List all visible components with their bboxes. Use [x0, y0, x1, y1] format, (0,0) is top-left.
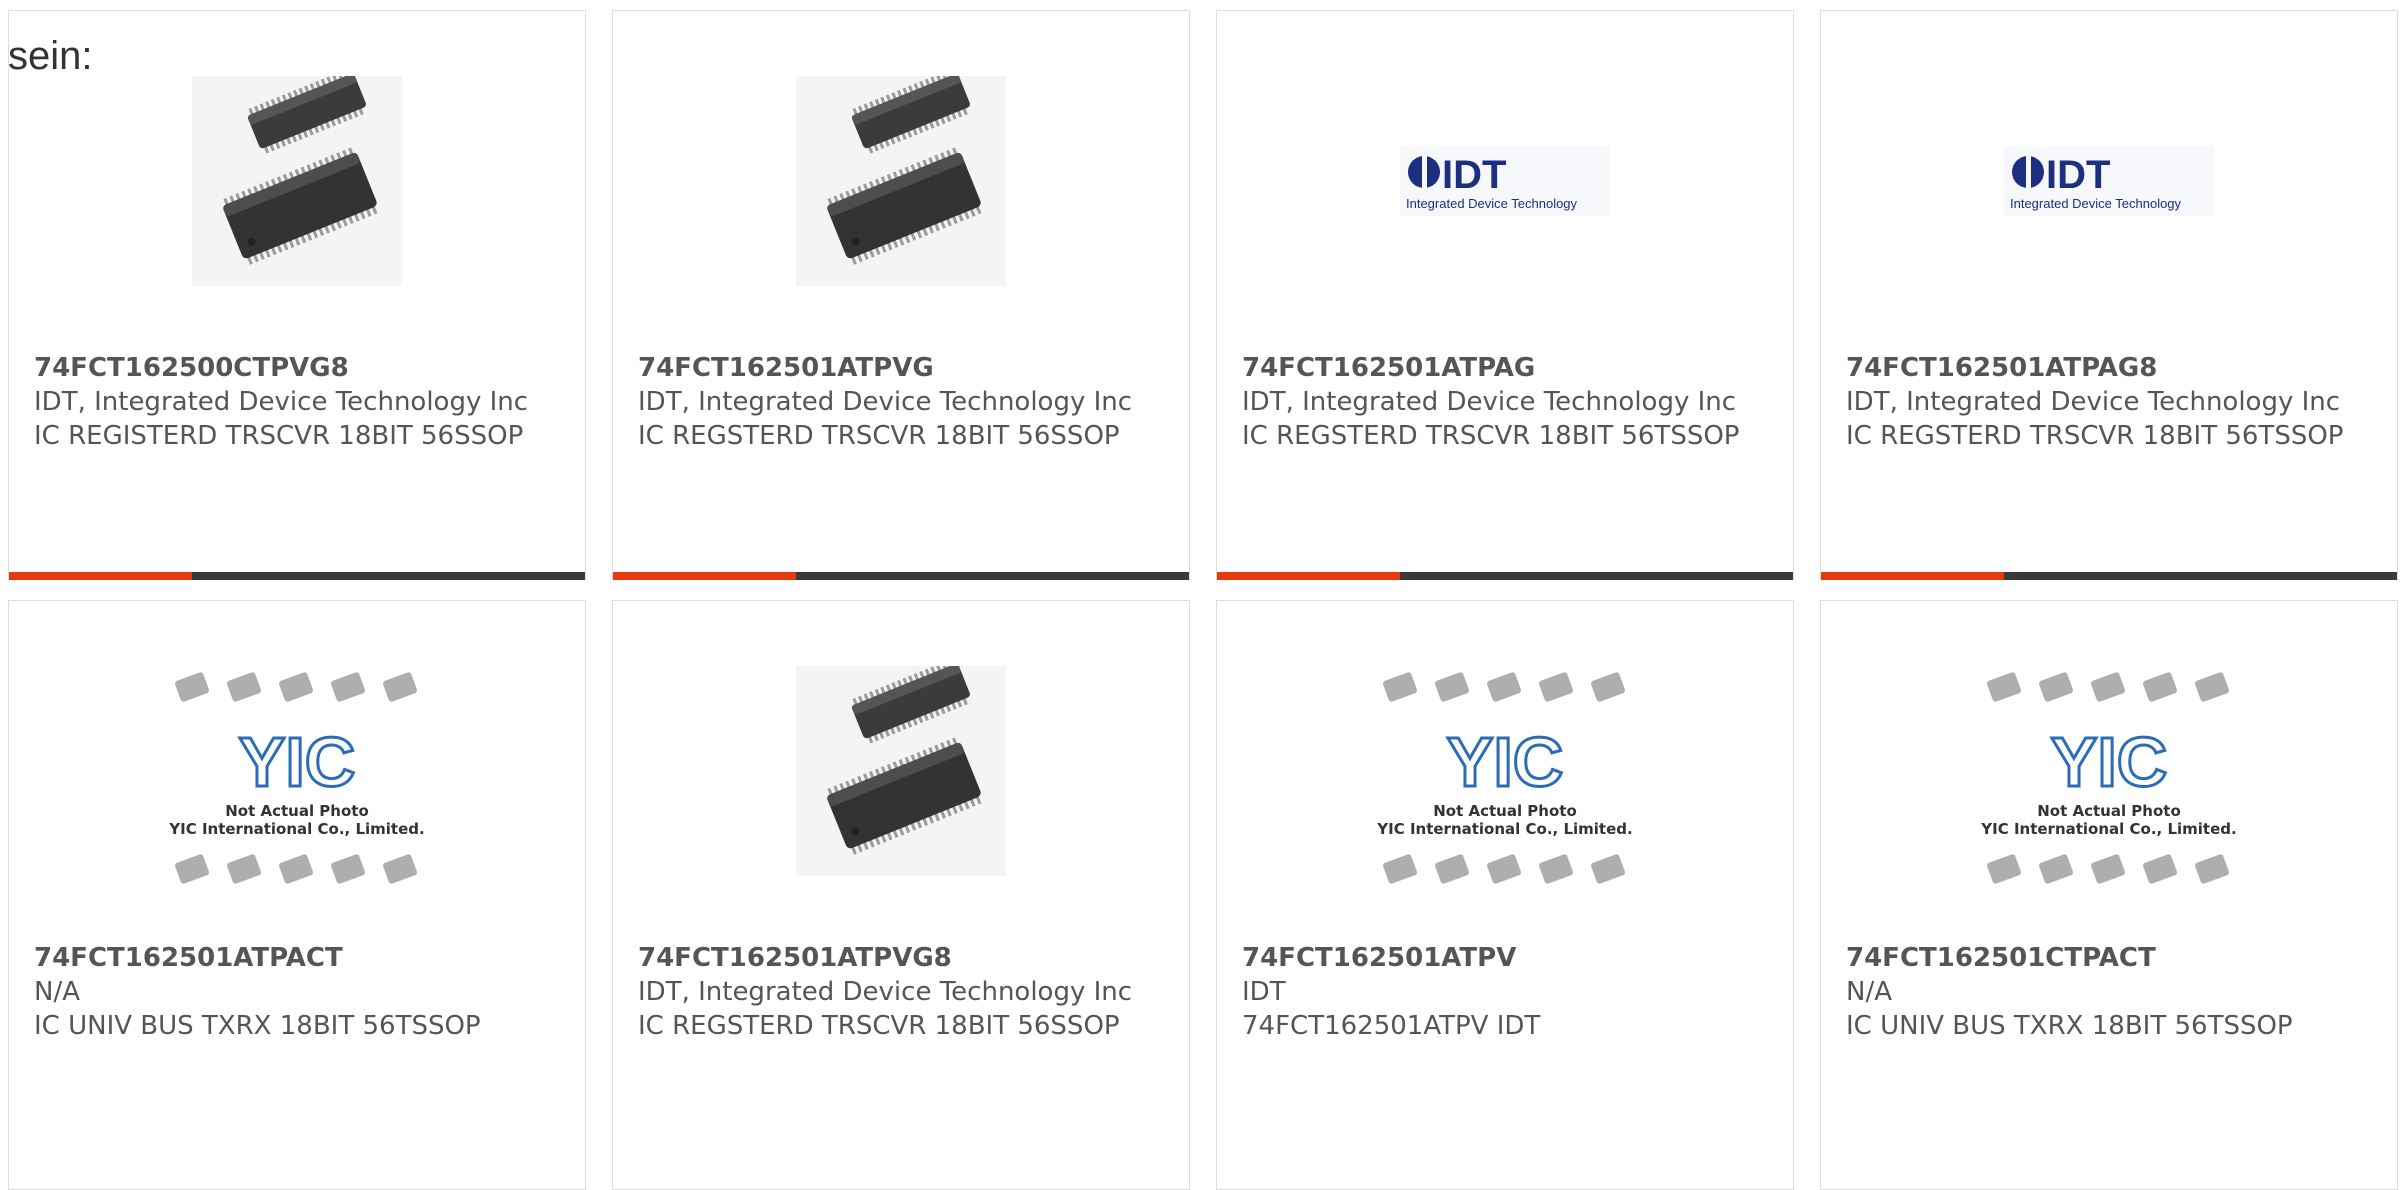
product-image[interactable]: YIC Not Actual Photo YIC International C… [1821, 646, 2397, 896]
manufacturer: IDT, Integrated Device Technology Inc [1242, 387, 1737, 417]
product-image[interactable]: IDT Integrated Device Technology [1217, 71, 1793, 291]
svg-text:YIC International Co., Limited: YIC International Co., Limited. [168, 820, 424, 838]
product-image[interactable]: YIC Not Actual Photo YIC International C… [1217, 646, 1793, 896]
svg-text:YIC International Co., Limited: YIC International Co., Limited. [1980, 820, 2236, 838]
description: IC UNIV BUS TXRX 18BIT 56TSSOP [34, 1011, 481, 1041]
manufacturer: N/A [1846, 977, 1892, 1007]
svg-text:IDT: IDT [1442, 153, 1506, 197]
product-image[interactable] [9, 71, 585, 291]
idt-logo-icon: IDT Integrated Device Technology [1400, 146, 1610, 216]
product-card[interactable]: 74FCT162501ATPVG IDT, Integrated Device … [612, 10, 1190, 580]
product-image[interactable]: YIC Not Actual Photo YIC International C… [9, 646, 585, 896]
svg-text:Integrated Device Technology: Integrated Device Technology [1406, 196, 1578, 211]
description: IC REGSTERD TRSCVR 18BIT 56SSOP [638, 421, 1120, 451]
svg-text:YIC: YIC [239, 723, 356, 801]
svg-text:YIC International Co., Limited: YIC International Co., Limited. [1376, 820, 1632, 838]
chip-photo-icon [192, 76, 402, 286]
product-image[interactable] [613, 71, 1189, 291]
svg-text:Not Actual Photo: Not Actual Photo [225, 802, 369, 820]
accent-bar [1217, 572, 1400, 580]
manufacturer: IDT, Integrated Device Technology Inc [638, 977, 1133, 1007]
description: IC REGSTERD TRSCVR 18BIT 56SSOP [638, 1011, 1120, 1041]
description: IC REGSTERD TRSCVR 18BIT 56TSSOP [1846, 421, 2344, 451]
accent-bar [9, 572, 192, 580]
chip-photo-icon [796, 666, 1006, 876]
description: IC REGSTERD TRSCVR 18BIT 56TSSOP [1242, 421, 1740, 451]
product-card[interactable]: IDT Integrated Device Technology 74FCT16… [1216, 10, 1794, 580]
section-heading: sein: [8, 34, 93, 78]
product-card[interactable]: IDT Integrated Device Technology 74FCT16… [1820, 10, 2398, 580]
idt-logo-icon: IDT Integrated Device Technology [2004, 146, 2214, 216]
part-number[interactable]: 74FCT162501ATPACT [34, 941, 554, 975]
product-info: 74FCT162501ATPACT N/A IC UNIV BUS TXRX 1… [34, 941, 554, 1043]
part-number[interactable]: 74FCT162501ATPVG [638, 351, 1158, 385]
product-info: 74FCT162500CTPVG8 IDT, Integrated Device… [34, 351, 554, 453]
part-number[interactable]: 74FCT162501ATPAG [1242, 351, 1762, 385]
description: 74FCT162501ATPV IDT [1242, 1011, 1541, 1041]
card-bottom-bar [9, 572, 585, 580]
svg-text:Not Actual Photo: Not Actual Photo [1433, 802, 1577, 820]
product-card[interactable]: YIC Not Actual Photo YIC International C… [8, 600, 586, 1190]
product-info: 74FCT162501ATPVG IDT, Integrated Device … [638, 351, 1158, 453]
product-card[interactable]: YIC Not Actual Photo YIC International C… [1820, 600, 2398, 1190]
accent-bar [613, 572, 796, 580]
manufacturer: IDT [1242, 977, 1286, 1007]
product-grid: 74FCT162500CTPVG8 IDT, Integrated Device… [8, 10, 2400, 1190]
product-info: 74FCT162501ATPAG8 IDT, Integrated Device… [1846, 351, 2366, 453]
product-image[interactable] [613, 661, 1189, 881]
card-bottom-bar [1821, 572, 2397, 580]
svg-text:Not Actual Photo: Not Actual Photo [2037, 802, 2181, 820]
description: IC UNIV BUS TXRX 18BIT 56TSSOP [1846, 1011, 2293, 1041]
svg-text:YIC: YIC [2051, 723, 2168, 801]
chip-photo-icon [796, 76, 1006, 286]
part-number[interactable]: 74FCT162501ATPVG8 [638, 941, 1158, 975]
card-bottom-bar [613, 572, 1189, 580]
card-bottom-bar [1217, 572, 1793, 580]
product-info: 74FCT162501ATPV IDT 74FCT162501ATPV IDT [1242, 941, 1762, 1043]
product-card[interactable]: 74FCT162501ATPVG8 IDT, Integrated Device… [612, 600, 1190, 1190]
svg-text:YIC: YIC [1447, 723, 1564, 801]
manufacturer: N/A [34, 977, 80, 1007]
part-number[interactable]: 74FCT162501CTPACT [1846, 941, 2366, 975]
manufacturer: IDT, Integrated Device Technology Inc [638, 387, 1133, 417]
yic-placeholder-icon: YIC Not Actual Photo YIC International C… [157, 646, 437, 896]
product-card[interactable]: YIC Not Actual Photo YIC International C… [1216, 600, 1794, 1190]
product-card[interactable]: 74FCT162500CTPVG8 IDT, Integrated Device… [8, 10, 586, 580]
part-number[interactable]: 74FCT162501ATPAG8 [1846, 351, 2366, 385]
description: IC REGISTERD TRSCVR 18BIT 56SSOP [34, 421, 524, 451]
accent-bar [1821, 572, 2004, 580]
manufacturer: IDT, Integrated Device Technology Inc [34, 387, 529, 417]
product-info: 74FCT162501ATPAG IDT, Integrated Device … [1242, 351, 1762, 453]
svg-text:IDT: IDT [2046, 153, 2110, 197]
product-image[interactable]: IDT Integrated Device Technology [1821, 71, 2397, 291]
product-info: 74FCT162501CTPACT N/A IC UNIV BUS TXRX 1… [1846, 941, 2366, 1043]
product-info: 74FCT162501ATPVG8 IDT, Integrated Device… [638, 941, 1158, 1043]
yic-placeholder-icon: YIC Not Actual Photo YIC International C… [1969, 646, 2249, 896]
part-number[interactable]: 74FCT162501ATPV [1242, 941, 1762, 975]
part-number[interactable]: 74FCT162500CTPVG8 [34, 351, 554, 385]
manufacturer: IDT, Integrated Device Technology Inc [1846, 387, 2341, 417]
yic-placeholder-icon: YIC Not Actual Photo YIC International C… [1365, 646, 1645, 896]
svg-text:Integrated Device Technology: Integrated Device Technology [2010, 196, 2182, 211]
